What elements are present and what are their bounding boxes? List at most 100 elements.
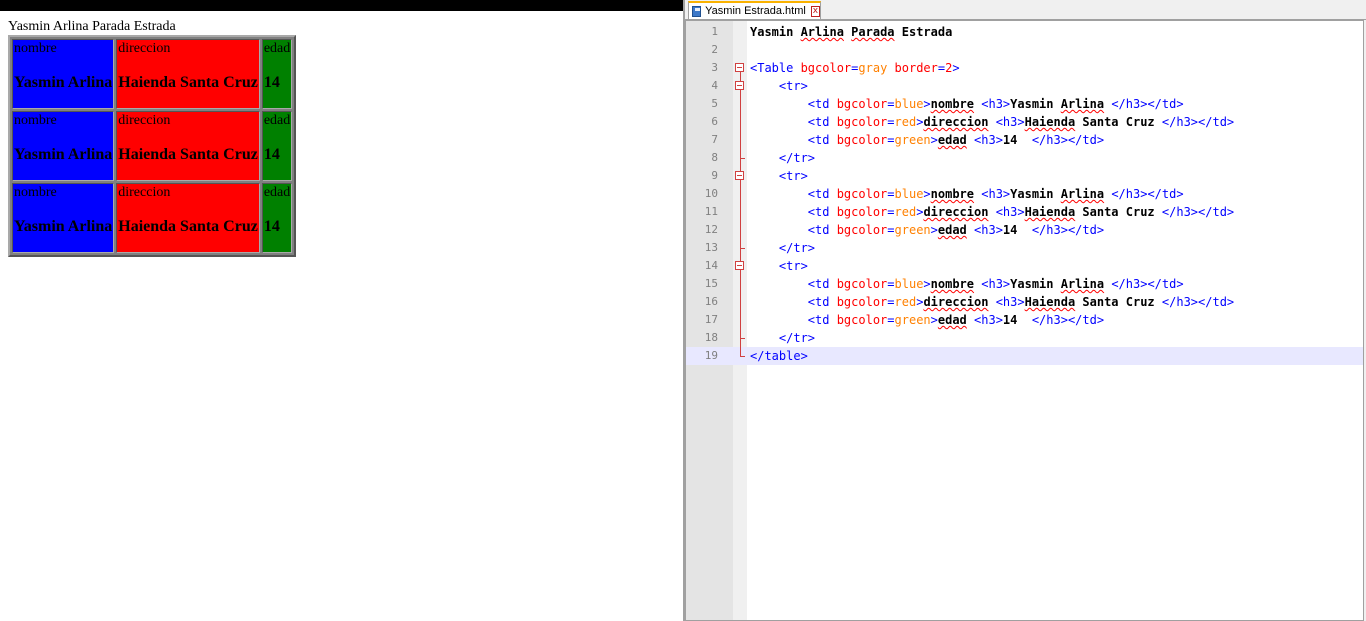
- code-line[interactable]: 2: [686, 41, 1363, 59]
- fold-guide-line: [740, 72, 741, 356]
- code-line[interactable]: 12 <td bgcolor=green>edad <h3>14 </h3></…: [686, 221, 1363, 239]
- fold-toggle-icon[interactable]: [735, 261, 744, 270]
- table-cell-nombre: nombre Yasmin Arlina: [12, 39, 115, 109]
- line-number: 16: [704, 295, 718, 308]
- line-number: 11: [704, 205, 718, 218]
- cell-value: 14: [263, 74, 280, 91]
- cell-value: Yasmin Arlina: [14, 74, 113, 91]
- save-icon: [692, 5, 702, 17]
- line-number: 14: [704, 259, 718, 272]
- fold-end-marker: [740, 338, 745, 339]
- cell-value: 14: [263, 218, 280, 235]
- cell-value: Yasmin Arlina: [14, 218, 113, 235]
- code-line[interactable]: 7 <td bgcolor=green>edad <h3>14 </h3></t…: [686, 131, 1363, 149]
- line-number: 1: [711, 25, 718, 38]
- code-line[interactable]: 3 <Table bgcolor=gray border=2>: [686, 59, 1363, 77]
- cell-label: edad: [263, 185, 291, 200]
- code-text: <td bgcolor=red>direccion <h3>Haienda Sa…: [807, 295, 1235, 309]
- code-line[interactable]: 11 <td bgcolor=red>direccion <h3>Haienda…: [686, 203, 1363, 221]
- cell-value: Haienda Santa Cruz: [118, 74, 258, 91]
- code-line[interactable]: 17 <td bgcolor=green>edad <h3>14 </h3></…: [686, 311, 1363, 329]
- code-text: <td bgcolor=green>edad <h3>14 </h3></td>: [807, 133, 1105, 147]
- code-text: <td bgcolor=green>edad <h3>14 </h3></td>: [807, 223, 1105, 237]
- line-number: 4: [711, 79, 718, 92]
- code-line[interactable]: 19 </table>: [686, 347, 1363, 365]
- code-line[interactable]: 14 <tr>: [686, 257, 1363, 275]
- code-line[interactable]: 1 Yasmin Arlina Parada Estrada: [686, 23, 1363, 41]
- line-number: 18: [704, 331, 718, 344]
- line-number: 9: [711, 169, 718, 182]
- tab-yasmin-estrada[interactable]: Yasmin Estrada.html x: [688, 1, 821, 19]
- table-cell-direccion: direccion Haienda Santa Cruz: [116, 183, 260, 253]
- fold-toggle-icon[interactable]: [735, 63, 744, 72]
- code-text: <tr>: [778, 259, 808, 273]
- code-text: <tr>: [778, 169, 808, 183]
- code-text: <td bgcolor=blue>nombre <h3>Yasmin Arlin…: [807, 97, 1184, 111]
- table-row: nombre Yasmin Arlina direccion Haienda Sant…: [12, 183, 293, 253]
- code-text: </table>: [750, 349, 808, 363]
- line-number: 5: [711, 97, 718, 110]
- cell-value: Haienda Santa Cruz: [118, 146, 258, 163]
- browser-top-bar: [0, 0, 683, 11]
- table-cell-direccion: direccion Haienda Santa Cruz: [116, 39, 260, 109]
- line-number: 10: [704, 187, 718, 200]
- cell-label: direccion: [118, 113, 171, 128]
- table-cell-edad: edad 14: [261, 111, 293, 181]
- code-line[interactable]: 18 </tr>: [686, 329, 1363, 347]
- page-heading: Yasmin Arlina Parada Estrada: [8, 19, 176, 34]
- rendered-table: nombre Yasmin Arlina direccion Haienda Sant…: [8, 35, 297, 257]
- table-cell-direccion: direccion Haienda Santa Cruz: [116, 111, 260, 181]
- cell-label: nombre: [14, 113, 57, 128]
- fold-toggle-icon[interactable]: [735, 171, 744, 180]
- cell-value: Yasmin Arlina: [14, 146, 113, 163]
- code-line[interactable]: 5 <td bgcolor=blue>nombre <h3>Yasmin Arl…: [686, 95, 1363, 113]
- fold-end-marker: [740, 248, 745, 249]
- cell-label: nombre: [14, 185, 57, 200]
- code-line[interactable]: 9 <tr>: [686, 167, 1363, 185]
- cell-value: 14: [263, 146, 280, 163]
- line-number: 8: [711, 151, 718, 164]
- table-row: nombre Yasmin Arlina direccion Haienda Sant…: [12, 39, 293, 109]
- table-row: nombre Yasmin Arlina direccion Haienda Sant…: [12, 111, 293, 181]
- code-text: </tr>: [778, 331, 816, 345]
- code-text: </tr>: [778, 151, 816, 165]
- tab-bar: Yasmin Estrada.html x: [685, 0, 1366, 20]
- close-icon[interactable]: x: [810, 5, 820, 17]
- cell-value: Haienda Santa Cruz: [118, 218, 258, 235]
- code-text: <td bgcolor=red>direccion <h3>Haienda Sa…: [807, 205, 1235, 219]
- fold-end-marker: [740, 356, 745, 357]
- fold-end-marker: [740, 158, 745, 159]
- code-line[interactable]: 8 </tr>: [686, 149, 1363, 167]
- cell-label: edad: [263, 113, 291, 128]
- code-line[interactable]: 10 <td bgcolor=blue>nombre <h3>Yasmin Ar…: [686, 185, 1363, 203]
- line-number: 3: [711, 61, 718, 74]
- code-text: <Table bgcolor=gray border=2>: [750, 61, 960, 75]
- tab-label: Yasmin Estrada.html: [705, 5, 806, 17]
- code-line[interactable]: 4 <tr>: [686, 77, 1363, 95]
- line-number: 19: [704, 349, 718, 362]
- code-area[interactable]: 1 Yasmin Arlina Parada Estrada 2 3 <Table bg…: [685, 20, 1364, 621]
- table-cell-edad: edad 14: [261, 183, 293, 253]
- line-number: 6: [711, 115, 718, 128]
- code-text: <td bgcolor=green>edad <h3>14 </h3></td>: [807, 313, 1105, 327]
- table-cell-edad: edad 14: [261, 39, 293, 109]
- code-line[interactable]: 16 <td bgcolor=red>direccion <h3>Haienda…: [686, 293, 1363, 311]
- cell-label: direccion: [118, 41, 171, 56]
- cell-label: direccion: [118, 185, 171, 200]
- line-number: 15: [704, 277, 718, 290]
- code-text: <td bgcolor=blue>nombre <h3>Yasmin Arlin…: [807, 187, 1184, 201]
- table-cell-nombre: nombre Yasmin Arlina: [12, 183, 115, 253]
- code-text: <tr>: [778, 79, 808, 93]
- cell-label: edad: [263, 41, 291, 56]
- line-number: 13: [704, 241, 718, 254]
- code-line[interactable]: 15 <td bgcolor=blue>nombre <h3>Yasmin Ar…: [686, 275, 1363, 293]
- code-line[interactable]: 13 </tr>: [686, 239, 1363, 257]
- fold-toggle-icon[interactable]: [735, 81, 744, 90]
- code-line[interactable]: 6 <td bgcolor=red>direccion <h3>Haienda …: [686, 113, 1363, 131]
- line-number: 17: [704, 313, 718, 326]
- line-number: 7: [711, 133, 718, 146]
- cell-label: nombre: [14, 41, 57, 56]
- code-text: Yasmin Arlina Parada Estrada: [750, 25, 953, 39]
- line-number: 2: [711, 43, 718, 56]
- code-text: <td bgcolor=blue>nombre <h3>Yasmin Arlin…: [807, 277, 1184, 291]
